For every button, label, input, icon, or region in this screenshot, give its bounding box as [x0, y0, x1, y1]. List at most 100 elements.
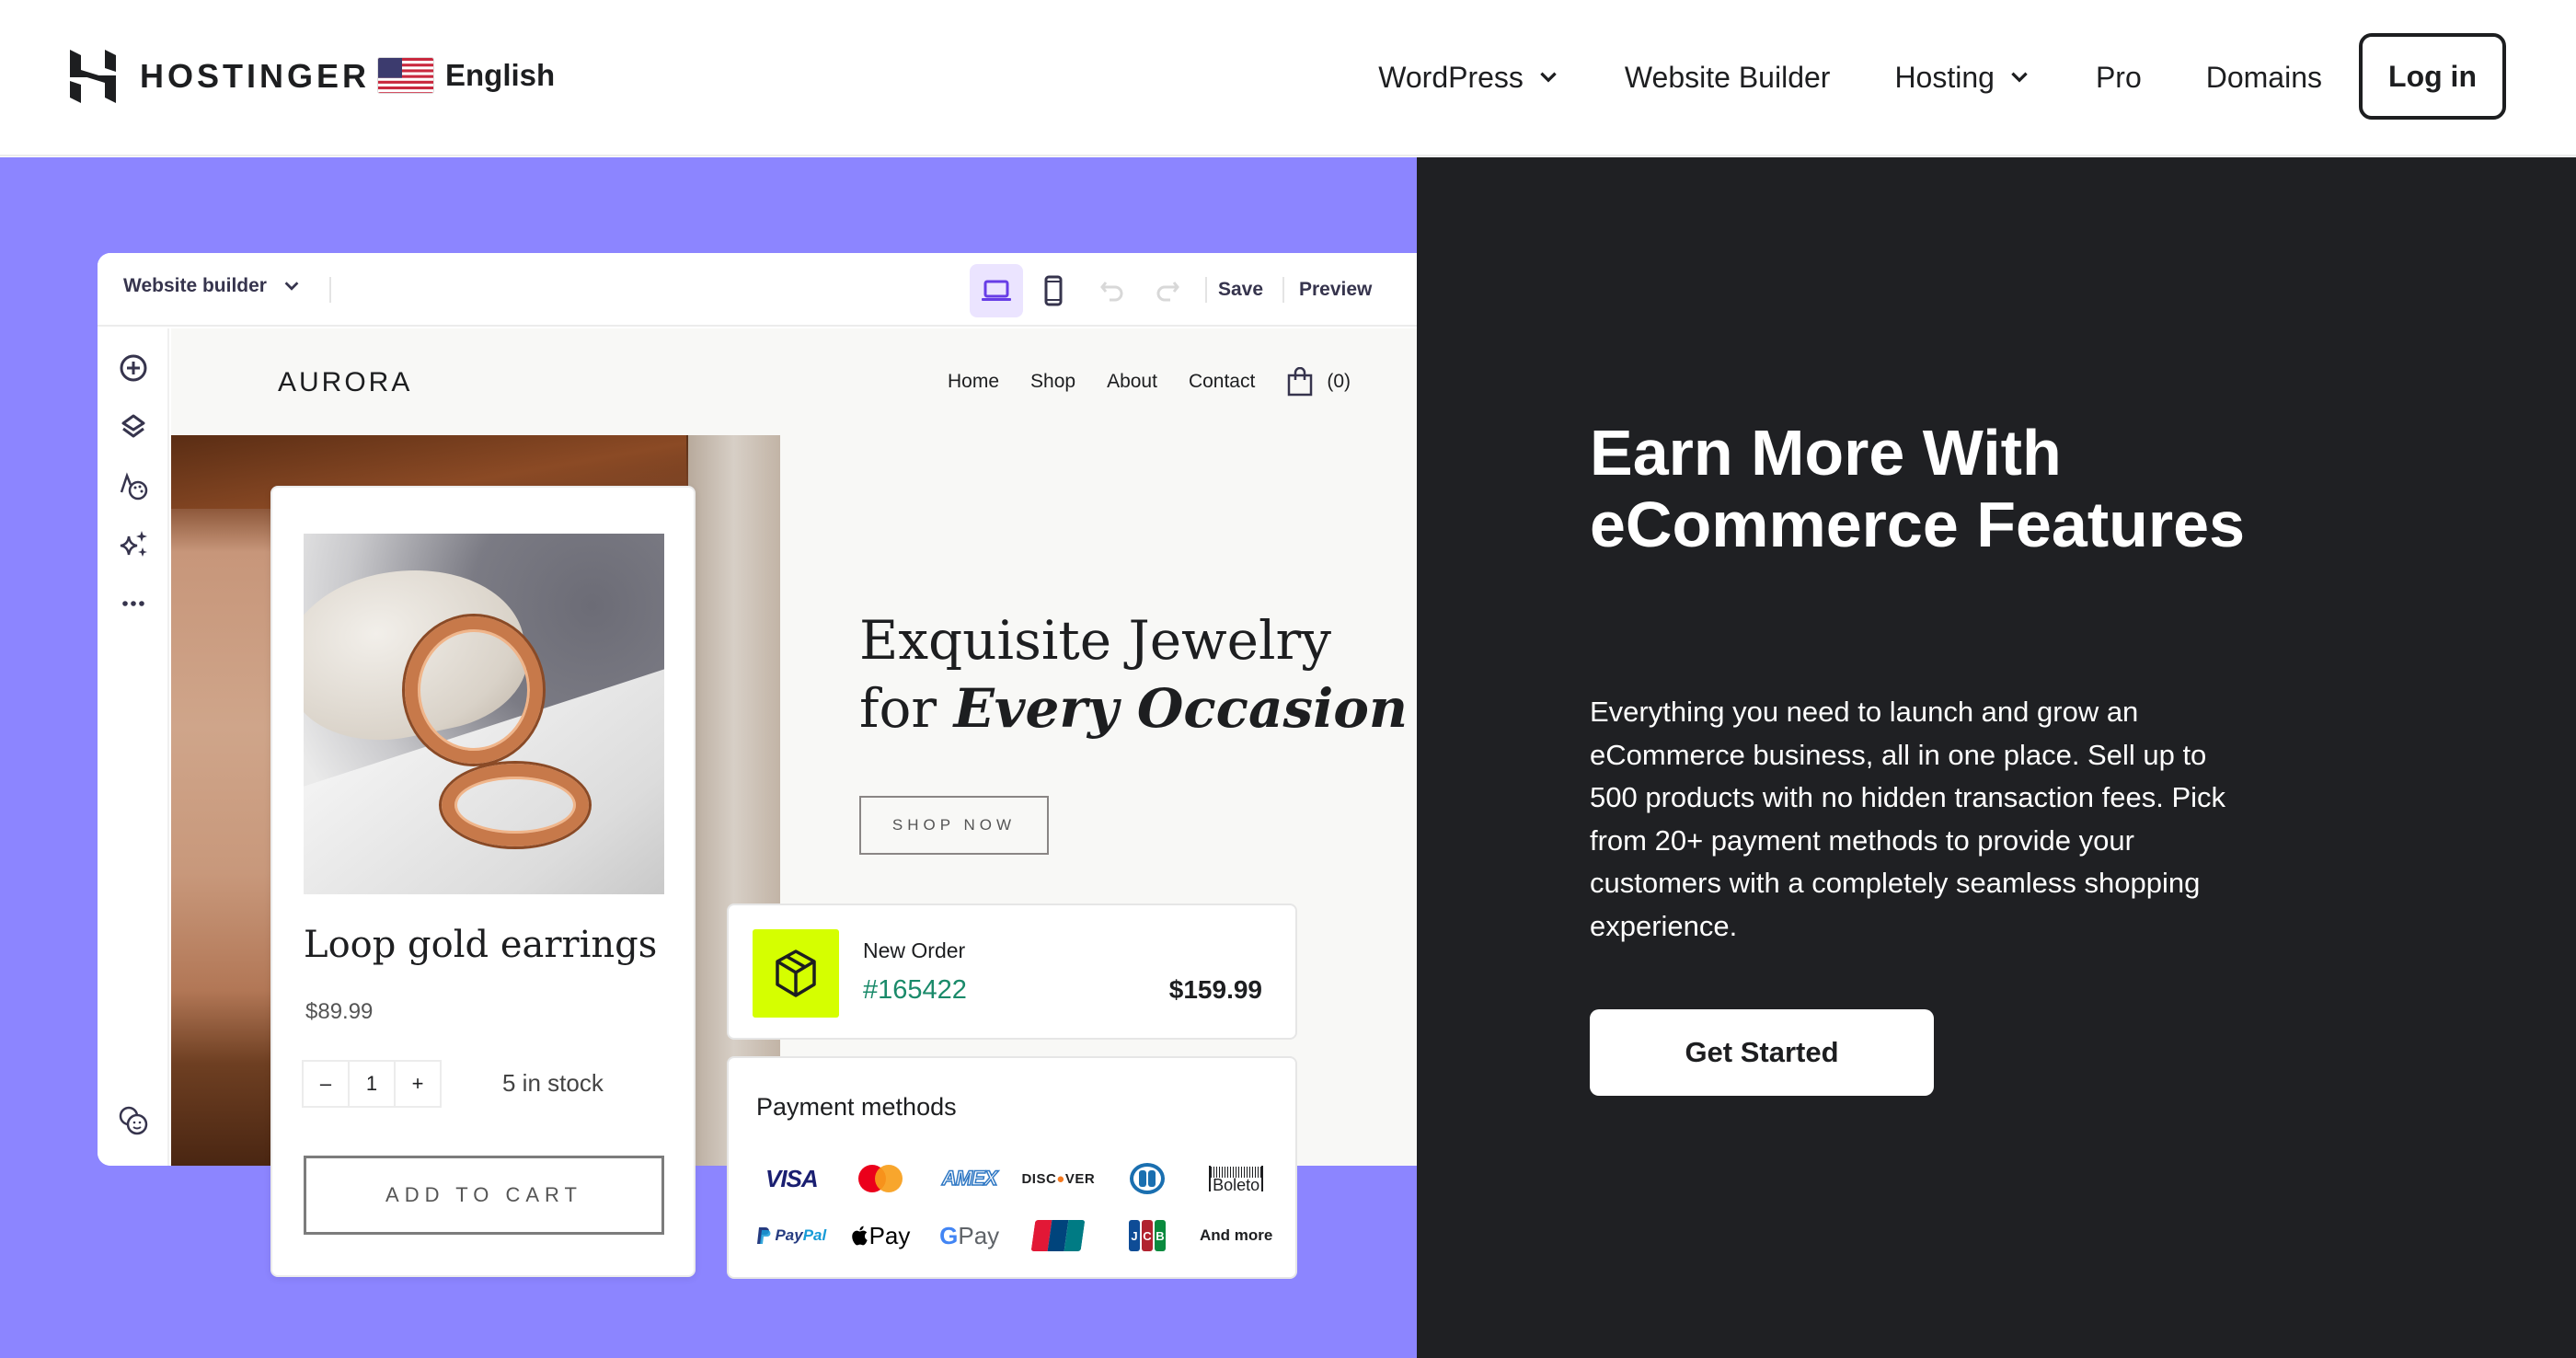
palette-icon [120, 472, 148, 501]
product-price: $89.99 [305, 999, 374, 1024]
google-g: G [939, 1221, 959, 1249]
chevron-down-icon [2011, 72, 2028, 83]
shop-now-button[interactable]: SHOP NOW [859, 796, 1049, 855]
quantity-decrease-button[interactable]: – [302, 1060, 350, 1108]
nav-item-label: Hosting [1894, 60, 1995, 94]
paypal-logo-icon: Pay Pal [756, 1217, 826, 1254]
mastercard-logo-icon [857, 1160, 903, 1197]
discover-dot: ● [1056, 1170, 1065, 1187]
discover-logo-icon: DISC ● VER [1021, 1160, 1095, 1197]
order-label: New Order [863, 938, 966, 962]
jcb-letter: C [1141, 1220, 1153, 1251]
hostinger-logo[interactable]: HOSTINGER [70, 50, 370, 103]
jcb-logo-icon: J C B [1128, 1217, 1166, 1254]
google-pay-text: Pay [958, 1221, 1000, 1249]
get-started-button[interactable]: Get Started [1590, 1009, 1934, 1096]
chevron-down-icon [284, 282, 299, 291]
undo-icon[interactable] [1097, 273, 1130, 306]
apple-pay-text: Pay [868, 1221, 911, 1249]
layers-button[interactable] [116, 409, 151, 444]
cart-button[interactable]: (0) [1286, 367, 1351, 397]
builder-showcase: Website builder Save Preview AURORA Home… [0, 157, 1417, 1358]
brand-name: HOSTINGER [140, 57, 371, 95]
toolbar-divider [329, 277, 331, 303]
unionpay-logo-icon [1030, 1217, 1086, 1254]
product-card: Loop gold earrings $89.99 – 1 + 5 in sto… [270, 486, 696, 1277]
nav-item-website-builder[interactable]: Website Builder [1625, 61, 1831, 95]
payment-methods-grid: VISA AMEX DISC ● VER Boleto Pay Pal Pay G P… [747, 1150, 1281, 1264]
toolbar-divider [1282, 277, 1284, 303]
main-nav: WordPress Website Builder Hosting Pro Do… [1378, 0, 2322, 155]
builder-sidebar [98, 328, 169, 1166]
redo-icon[interactable] [1150, 273, 1183, 306]
google-pay-logo-icon: G Pay [939, 1217, 999, 1254]
discover-text: DISC [1021, 1170, 1057, 1187]
nav-item-hosting[interactable]: Hosting [1894, 61, 2031, 95]
promo-description: Everything you need to launch and grow a… [1590, 696, 2226, 942]
builder-mode-label: Website builder [123, 275, 267, 296]
hero-title-emphasis: Every Occasion [953, 677, 1409, 740]
chevron-down-icon [1540, 72, 1557, 83]
package-box-icon [776, 949, 816, 997]
site-nav-about[interactable]: About [1107, 371, 1157, 393]
new-order-card: New Order #165422 $159.99 [727, 903, 1297, 1040]
layers-icon [121, 414, 145, 438]
stock-status: 5 in stock [502, 1069, 604, 1097]
jcb-letter: J [1128, 1220, 1140, 1251]
quantity-stepper: – 1 + [302, 1060, 442, 1108]
toolbar-divider [1205, 277, 1207, 303]
shopping-bag-icon [1288, 367, 1313, 397]
site-logo[interactable]: AURORA [278, 367, 412, 398]
boleto-logo-icon: Boleto [1209, 1160, 1264, 1197]
styles-button[interactable] [116, 468, 151, 503]
paypal-text: Pay [775, 1226, 803, 1244]
payment-methods-card: Payment methods VISA AMEX DISC ● VER Bolet… [727, 1056, 1297, 1279]
top-navigation: HOSTINGER English WordPress Website Buil… [0, 0, 2576, 156]
ai-tools-button[interactable] [116, 527, 151, 562]
discover-text: VER [1064, 1170, 1096, 1187]
quantity-input[interactable]: 1 [348, 1060, 396, 1108]
plus-circle-icon [120, 354, 147, 382]
more-options-button[interactable] [116, 586, 151, 621]
order-total: $159.99 [1168, 975, 1262, 1004]
hero-title-line1: Exquisite Jewelry [859, 609, 1332, 672]
preview-button[interactable]: Preview [1299, 279, 1372, 301]
builder-mode-select[interactable]: Website builder [123, 275, 302, 297]
nav-item-domains[interactable]: Domains [2206, 61, 2322, 95]
order-badge [753, 929, 839, 1018]
nav-item-wordpress[interactable]: WordPress [1378, 61, 1560, 95]
product-name: Loop gold earrings [304, 924, 658, 966]
more-horizontal-icon [122, 601, 144, 606]
desktop-view-button[interactable] [970, 264, 1023, 317]
add-element-button[interactable] [116, 351, 151, 386]
jcb-letter: B [1154, 1220, 1166, 1251]
hero-title-line2: for Every Occasion [859, 674, 1408, 742]
hero-title-prefix: for [859, 677, 954, 740]
us-flag-icon [377, 57, 434, 94]
laptop-icon [982, 280, 1011, 301]
hero-title: Exquisite Jewelry for Every Occasion [859, 606, 1408, 742]
payment-methods-title: Payment methods [756, 1093, 957, 1121]
login-button[interactable]: Log in [2359, 33, 2506, 120]
site-nav-shop[interactable]: Shop [1030, 371, 1075, 393]
order-id: #165422 [863, 975, 967, 1005]
apple-pay-logo-icon: Pay [851, 1217, 911, 1254]
mobile-view-button[interactable] [1027, 264, 1080, 317]
builder-toolbar: Website builder Save Preview [98, 253, 1417, 327]
nav-item-label: Pro [2095, 60, 2142, 94]
nav-item-pro[interactable]: Pro [2096, 61, 2142, 95]
site-nav-home[interactable]: Home [948, 371, 999, 393]
nav-item-label: Website Builder [1624, 60, 1831, 94]
site-nav-contact[interactable]: Contact [1189, 371, 1255, 393]
product-image [304, 534, 664, 894]
add-to-cart-button[interactable]: ADD TO CART [304, 1156, 664, 1235]
language-selector[interactable]: English [377, 57, 555, 94]
save-button[interactable]: Save [1218, 279, 1263, 301]
boleto-text: Boleto [1209, 1166, 1264, 1193]
feedback-button[interactable] [116, 1103, 151, 1138]
more-payment-methods: And more [1199, 1226, 1273, 1244]
ecommerce-promo: Earn More With eCommerce Features Everyt… [1417, 157, 2576, 1358]
nav-item-label: WordPress [1378, 60, 1524, 94]
diners-club-logo-icon [1129, 1160, 1165, 1197]
quantity-increase-button[interactable]: + [394, 1060, 442, 1108]
